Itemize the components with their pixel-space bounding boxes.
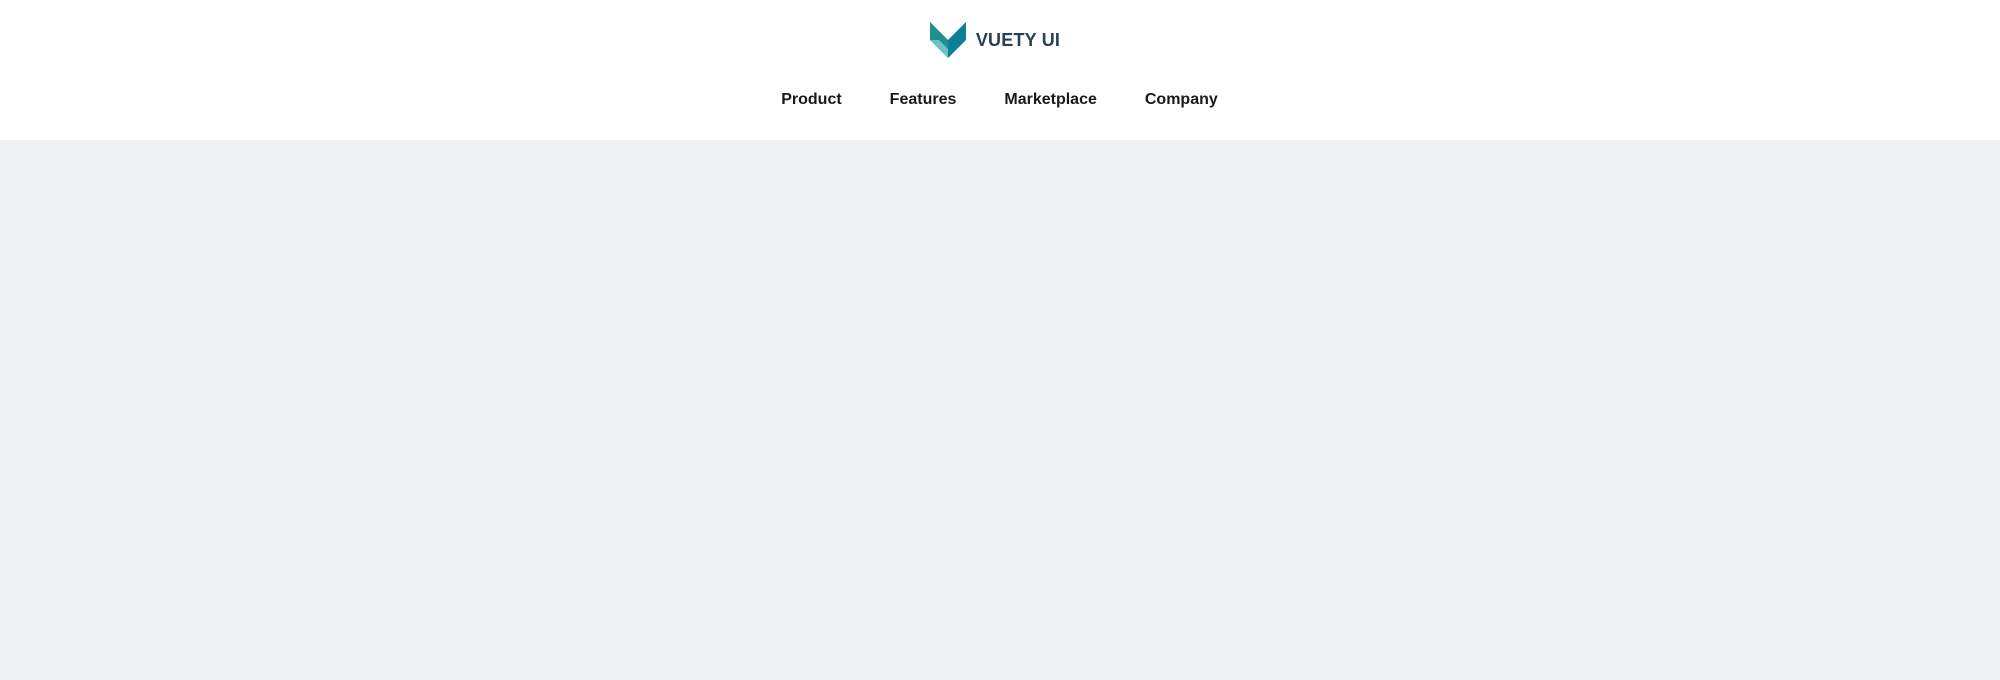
site-header: VUETY UI Product Features Marketplace Co… — [0, 0, 2000, 140]
nav-item-marketplace[interactable]: Marketplace — [1004, 91, 1097, 109]
page-content — [0, 140, 2000, 680]
nav-item-company[interactable]: Company — [1145, 91, 1218, 109]
nav-item-features[interactable]: Features — [890, 91, 957, 109]
brand: VUETY UI — [0, 22, 2000, 58]
nav-item-product[interactable]: Product — [781, 91, 841, 109]
main-nav: Product Features Marketplace Company — [0, 91, 2000, 109]
brand-home-link[interactable]: VUETY UI — [929, 22, 1061, 58]
vuety-chevron-logo-icon — [929, 22, 966, 58]
brand-name: VUETY UI — [975, 29, 1061, 50]
